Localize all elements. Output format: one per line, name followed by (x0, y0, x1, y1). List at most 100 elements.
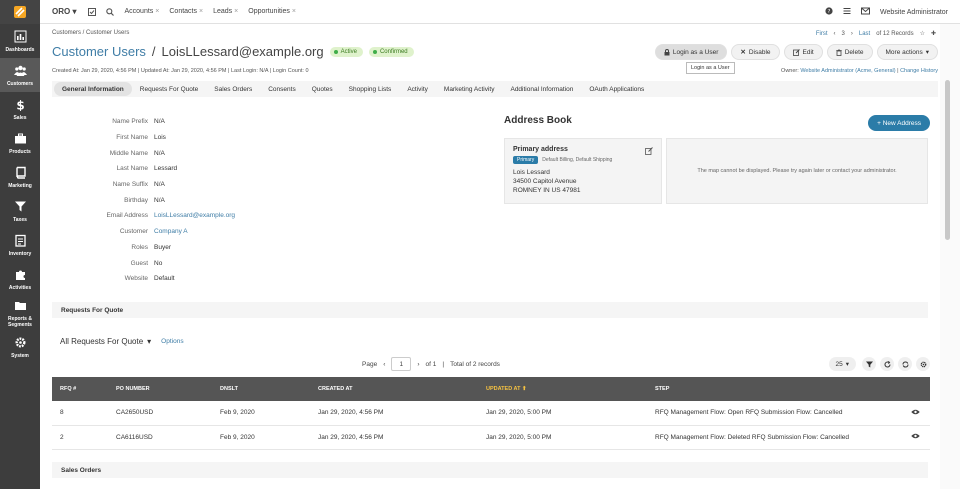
tab-additional-information[interactable]: Additional Information (502, 82, 581, 96)
svg-text:$: $ (16, 98, 24, 111)
help-icon[interactable]: ? (825, 7, 833, 17)
table-row[interactable]: 2 CA6116USD Feb 9, 2020 Jan 29, 2020, 4:56 … (52, 425, 930, 450)
pin-icon[interactable]: ✚ (931, 30, 936, 37)
disable-button[interactable]: ✕ Disable (731, 44, 780, 60)
chevron-left-icon[interactable]: ‹ (834, 31, 836, 37)
menu-list-icon[interactable] (843, 7, 851, 17)
address-line: 34500 Capitol Avenue (513, 178, 577, 185)
tab-oauth-applications[interactable]: OAuth Applications (581, 82, 652, 96)
user-menu[interactable]: Website Administrator (880, 9, 948, 16)
column-header[interactable]: STEP (647, 377, 900, 401)
tab-activity[interactable]: Activity (399, 82, 436, 96)
column-header[interactable]: CREATED AT (310, 377, 478, 401)
sidebar-item-products[interactable]: Products (0, 126, 40, 160)
tooltip: Login as a User (686, 62, 735, 74)
close-icon[interactable]: × (155, 8, 159, 15)
tab-consents[interactable]: Consents (260, 82, 303, 96)
info-label: Name Suffix (112, 181, 148, 189)
page-input[interactable]: 1 (391, 357, 412, 371)
sidebar-item-sales[interactable]: $ Sales (0, 92, 40, 126)
column-header[interactable]: RFQ # (52, 377, 108, 401)
tab-requests-for-quote[interactable]: Requests For Quote (132, 82, 207, 96)
sidebar-item-dashboards[interactable]: Dashboards (0, 24, 40, 58)
chevron-down-icon[interactable]: ▾ (147, 337, 151, 346)
info-row: Guest No (52, 255, 235, 271)
status-dot-icon (372, 49, 377, 54)
scrollbar-thumb[interactable] (945, 80, 950, 240)
address-line: ROMNEY IN US 47981 (513, 187, 581, 194)
edit-address-icon[interactable] (645, 147, 653, 157)
page-scrollbar[interactable] (940, 24, 960, 489)
address-tags: Primary Default Billing, Default Shippin… (513, 156, 653, 164)
search-icon[interactable] (106, 7, 115, 16)
pager-last-link[interactable]: Last (859, 31, 870, 37)
star-icon[interactable]: ☆ (920, 30, 925, 37)
tab-general-information[interactable]: General Information (54, 82, 132, 96)
close-icon: ✕ (740, 49, 746, 56)
grid-header-row: RFQ # PO NUMBER DNSLT CREATED AT UPDATED… (52, 377, 930, 401)
info-value: Buyer (154, 243, 171, 251)
sidebar-item-reports-segments[interactable]: Reports & Segments (0, 296, 40, 330)
more-actions-button[interactable]: More actions ▾ (876, 44, 938, 60)
info-value-link[interactable]: LoisLLessard@example.org (154, 212, 235, 219)
owner-link[interactable]: Website Administrator (Acme, General) (800, 68, 895, 74)
pinned-accounts[interactable]: Accounts × (124, 8, 159, 15)
column-header-sorted[interactable]: UPDATED AT ⬆ (478, 377, 647, 401)
table-row[interactable]: 8 CA2650USD Feb 9, 2020 Jan 29, 2020, 4:56 … (52, 401, 930, 426)
info-row: Name Suffix N/A (52, 177, 235, 193)
tab-shopping-lists[interactable]: Shopping Lists (341, 82, 400, 96)
tab-marketing-activity[interactable]: Marketing Activity (436, 82, 503, 96)
gear-icon (14, 336, 27, 353)
page-size-select[interactable]: 25 ▾ (828, 357, 856, 371)
sidebar-item-system[interactable]: System (0, 330, 40, 364)
page-title: Customer Users / LoisLLessard@example.or… (52, 44, 414, 59)
sidebar-item-inventory[interactable]: Inventory (0, 228, 40, 262)
grid-options-link[interactable]: Options (161, 338, 183, 345)
button-label: Edit (802, 48, 814, 56)
chevron-right-icon[interactable]: › (417, 361, 419, 368)
reset-icon[interactable] (898, 357, 912, 371)
tab-sales-orders[interactable]: Sales Orders (206, 82, 260, 96)
pager-first-link[interactable]: First (816, 31, 828, 37)
oro-logo-icon (14, 6, 26, 18)
view-eye-icon[interactable] (900, 401, 930, 426)
new-address-button[interactable]: + New Address (868, 115, 930, 131)
pinned-opportunities[interactable]: Opportunities × (248, 8, 296, 15)
oro-logo[interactable] (0, 0, 40, 24)
sidebar-item-marketing[interactable]: Marketing (0, 160, 40, 194)
login-as-user-button[interactable]: Login as a User (654, 44, 728, 60)
info-label: First Name (116, 134, 148, 142)
edit-button[interactable]: Edit (783, 44, 823, 60)
info-value-link[interactable]: Company A (154, 228, 188, 235)
trash-icon (836, 49, 842, 56)
sidebar-item-taxes[interactable]: Taxes (0, 194, 40, 228)
column-header[interactable]: DNSLT (212, 377, 310, 401)
brand-menu[interactable]: ORO ▾ (52, 7, 76, 16)
column-header[interactable]: PO NUMBER (108, 377, 212, 401)
filter-icon[interactable] (862, 357, 876, 371)
gear-icon[interactable] (916, 357, 930, 371)
tab-quotes[interactable]: Quotes (304, 82, 341, 96)
pinned-contacts[interactable]: Contacts × (169, 8, 203, 15)
bar-chart-icon (14, 30, 27, 47)
grid-view-selector[interactable]: All Requests For Quote (60, 337, 143, 346)
view-eye-icon[interactable] (900, 425, 930, 450)
table-cell: Jan 29, 2020, 4:56 PM (310, 401, 478, 426)
sidebar-item-activities[interactable]: Activities (0, 262, 40, 296)
pinned-label: Contacts (169, 8, 197, 15)
refresh-icon[interactable] (880, 357, 894, 371)
close-icon[interactable]: × (292, 8, 296, 15)
close-icon[interactable]: × (234, 8, 238, 15)
info-label: Email Address (106, 212, 148, 220)
title-entity-link[interactable]: Customer Users (52, 44, 146, 59)
sidebar-item-customers[interactable]: Customers (0, 58, 40, 92)
pinned-leads[interactable]: Leads × (213, 8, 238, 15)
mail-icon[interactable] (861, 7, 871, 17)
change-history-link[interactable]: Change History (900, 68, 938, 74)
chevron-left-icon[interactable]: ‹ (383, 361, 385, 368)
tasks-icon[interactable] (88, 7, 97, 16)
close-icon[interactable]: × (199, 8, 203, 15)
owner-label: Owner: (781, 68, 799, 74)
chevron-right-icon[interactable]: › (851, 31, 853, 37)
delete-button[interactable]: Delete (826, 44, 873, 60)
